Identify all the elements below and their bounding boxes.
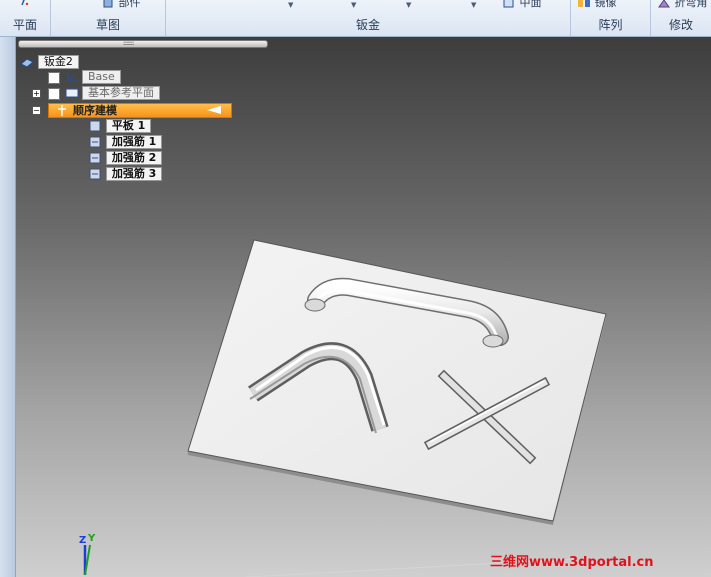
sheetmetal-model[interactable]	[16, 37, 711, 577]
collapse-minus-icon[interactable]: −	[32, 106, 41, 115]
tree-item-label: 顺序建模	[73, 104, 117, 117]
ribbon-group-label: 修改	[668, 18, 693, 32]
expand-plus-icon[interactable]: +	[32, 89, 41, 98]
ribbon-group-label: 钣金	[355, 18, 380, 32]
mirror-button-label: 镜像	[594, 0, 617, 9]
sheetmetal-part-icon	[20, 57, 34, 68]
mirror-button[interactable]: 镜像	[577, 0, 617, 10]
chevron-down-icon[interactable]: ▼	[406, 1, 411, 9]
graphics-viewport[interactable]: :::::::::: 钣金2 Base + 基本参考平面 − 顺序建模 平板 1…	[16, 37, 711, 577]
tree-item-ordered-modeling[interactable]: 顺序建模	[48, 103, 232, 118]
bead-feature-icon	[89, 168, 101, 179]
midsurface-icon	[503, 0, 514, 8]
tree-root-label: 钣金2	[37, 55, 79, 69]
part-button[interactable]: 部件	[101, 0, 141, 10]
chevron-down-icon[interactable]: ▼	[288, 1, 293, 9]
ribbon-group-modify: 折弯角 修改	[651, 0, 711, 36]
axis-z-label: Z	[79, 535, 86, 546]
base-coordinate-icon	[67, 73, 77, 82]
tree-item-label: 加强筋 1	[105, 135, 163, 149]
bend-angle-button[interactable]: 折弯角	[657, 0, 708, 10]
tree-item-bead-2[interactable]: 加强筋 2	[88, 151, 163, 165]
reference-plane-icon	[65, 88, 79, 98]
tree-item-label: 加强筋 3	[105, 167, 163, 181]
chevron-down-icon[interactable]: ▼	[471, 1, 476, 9]
mirror-icon	[578, 0, 590, 7]
tree-item-label: 平板 1	[105, 119, 152, 133]
midsurface-button[interactable]: 中面	[502, 0, 542, 10]
part-button-label: 部件	[118, 0, 141, 9]
ribbon-group-pattern: 镜像 阵列	[571, 0, 651, 36]
ribbon-group-plane: 平面	[0, 0, 51, 36]
ribbon-group-label: 草图	[95, 18, 120, 32]
axis-y-label: Y	[87, 533, 96, 544]
ribbon-group-sketch: 部件 草图	[51, 0, 166, 36]
ribbon-group-label: 平面	[12, 18, 37, 32]
tree-item-base[interactable]: Base	[82, 70, 121, 84]
tree-item-bead-1[interactable]: 加强筋 1	[88, 135, 163, 149]
axis-triad-icon: Z Y	[79, 533, 96, 576]
tree-item-reference-planes[interactable]: 基本参考平面	[82, 86, 160, 100]
ribbon-group-sheetmetal: ▼ ▼ ▼ ▼ 中面 钣金	[166, 0, 571, 36]
chevron-down-icon[interactable]: ▼	[351, 1, 356, 9]
ribbon-group-label: 阵列	[598, 18, 623, 32]
plane-tool-icon[interactable]	[16, 0, 30, 7]
tree-scrollbar[interactable]: ::::::::::	[18, 40, 268, 48]
midsurface-button-label: 中面	[519, 0, 542, 9]
bend-angle-button-label: 折弯角	[674, 0, 708, 9]
visibility-checkbox[interactable]	[48, 72, 60, 84]
tree-item-label: 基本参考平面	[82, 86, 160, 100]
rollback-bar-icon[interactable]	[207, 106, 221, 114]
left-dock-strip	[0, 37, 16, 577]
tree-item-label: Base	[82, 70, 121, 84]
tree-root[interactable]: 钣金2	[20, 55, 79, 69]
tab-feature-icon	[89, 120, 101, 131]
tree-item-tab-1[interactable]: 平板 1	[88, 119, 152, 133]
part-icon	[103, 0, 113, 8]
bead-feature-icon	[89, 152, 101, 163]
scrollbar-grip-icon[interactable]: ::::::::::	[123, 41, 134, 47]
bend-angle-icon	[658, 0, 670, 8]
ribbon: 平面 部件 草图 ▼ ▼ ▼ ▼ 中面 钣金 镜像 阵列 折弯角 修改	[0, 0, 711, 37]
tree-item-label: 加强筋 2	[105, 151, 163, 165]
tree-item-bead-3[interactable]: 加强筋 3	[88, 167, 163, 181]
ordered-modeling-icon	[58, 105, 66, 116]
watermark: 三维网www.3dportal.cn	[490, 555, 654, 570]
visibility-checkbox[interactable]	[48, 88, 60, 100]
bead-feature-icon	[89, 136, 101, 147]
